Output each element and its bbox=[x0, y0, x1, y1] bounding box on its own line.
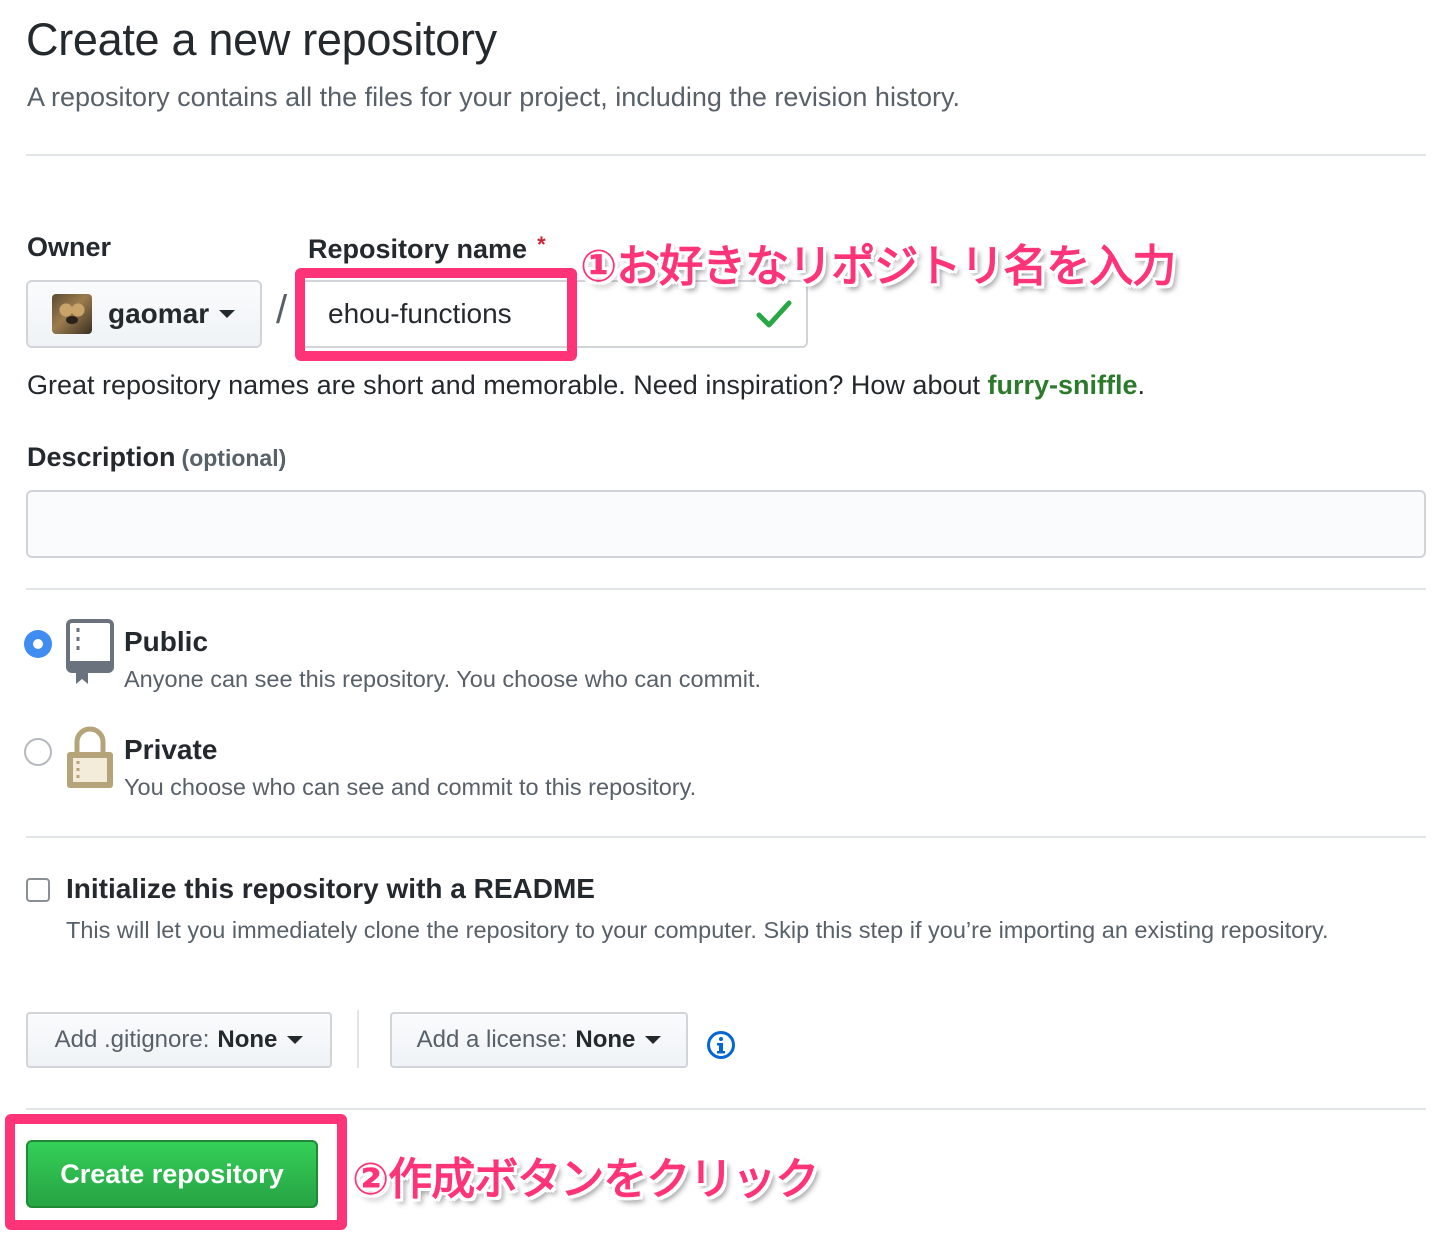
annotation-step2: ②作成ボタンをクリック bbox=[352, 1154, 819, 1205]
public-title: Public bbox=[124, 626, 209, 657]
annotation-highlight-repo-name bbox=[295, 268, 577, 361]
owner-label: Owner bbox=[27, 232, 112, 262]
owner-name: gaomar bbox=[108, 298, 210, 329]
gitignore-value: None bbox=[217, 1026, 278, 1053]
readme-checkbox[interactable] bbox=[26, 878, 50, 902]
caret-down-icon bbox=[645, 1036, 662, 1044]
page-title: Create a new repository bbox=[26, 14, 497, 65]
radio-private[interactable] bbox=[24, 738, 52, 766]
license-value: None bbox=[575, 1026, 636, 1053]
owner-select[interactable]: gaomar bbox=[26, 280, 262, 348]
license-select[interactable]: Add a license: None bbox=[390, 1012, 688, 1068]
repo-name-label-group: Repository name * bbox=[308, 232, 546, 265]
description-input[interactable] bbox=[26, 490, 1426, 558]
readme-title: Initialize this repository with a README bbox=[66, 873, 595, 904]
info-icon[interactable] bbox=[706, 1030, 736, 1060]
description-label-group: Description (optional) bbox=[27, 442, 286, 473]
vertical-divider bbox=[357, 1010, 359, 1068]
name-hint-suffix: . bbox=[1137, 370, 1146, 400]
repo-name-label: Repository name bbox=[308, 234, 528, 264]
divider bbox=[26, 1108, 1426, 1110]
name-hint-text: Great repository names are short and mem… bbox=[27, 370, 988, 400]
gitignore-label: Add .gitignore: bbox=[54, 1026, 210, 1053]
repo-icon bbox=[66, 619, 114, 684]
readme-description: This will let you immediately clone the … bbox=[66, 917, 1329, 943]
annotation-highlight-create-button bbox=[5, 1114, 347, 1230]
divider bbox=[26, 154, 1426, 156]
required-mark: * bbox=[537, 232, 546, 257]
page-subtitle: A repository contains all the files for … bbox=[27, 82, 960, 112]
check-icon bbox=[756, 300, 792, 328]
private-description: You choose who can see and commit to thi… bbox=[124, 774, 697, 800]
description-label: Description bbox=[27, 442, 176, 472]
lock-icon bbox=[67, 726, 113, 788]
divider bbox=[26, 588, 1426, 590]
owner-repo-separator: / bbox=[276, 288, 288, 332]
divider bbox=[26, 836, 1426, 838]
caret-down-icon bbox=[219, 310, 236, 318]
optional-label: (optional) bbox=[181, 445, 287, 471]
caret-down-icon bbox=[287, 1036, 304, 1044]
license-label: Add a license: bbox=[416, 1026, 568, 1053]
avatar bbox=[52, 294, 92, 334]
gitignore-select[interactable]: Add .gitignore: None bbox=[26, 1012, 332, 1068]
public-description: Anyone can see this repository. You choo… bbox=[124, 666, 762, 692]
annotation-step1: ①お好きなリポジトリ名を入力 bbox=[580, 241, 1176, 292]
private-title: Private bbox=[124, 734, 218, 765]
radio-public[interactable] bbox=[24, 630, 52, 658]
name-suggestion-link[interactable]: furry-sniffle bbox=[988, 370, 1138, 400]
name-hint: Great repository names are short and mem… bbox=[27, 370, 1145, 401]
